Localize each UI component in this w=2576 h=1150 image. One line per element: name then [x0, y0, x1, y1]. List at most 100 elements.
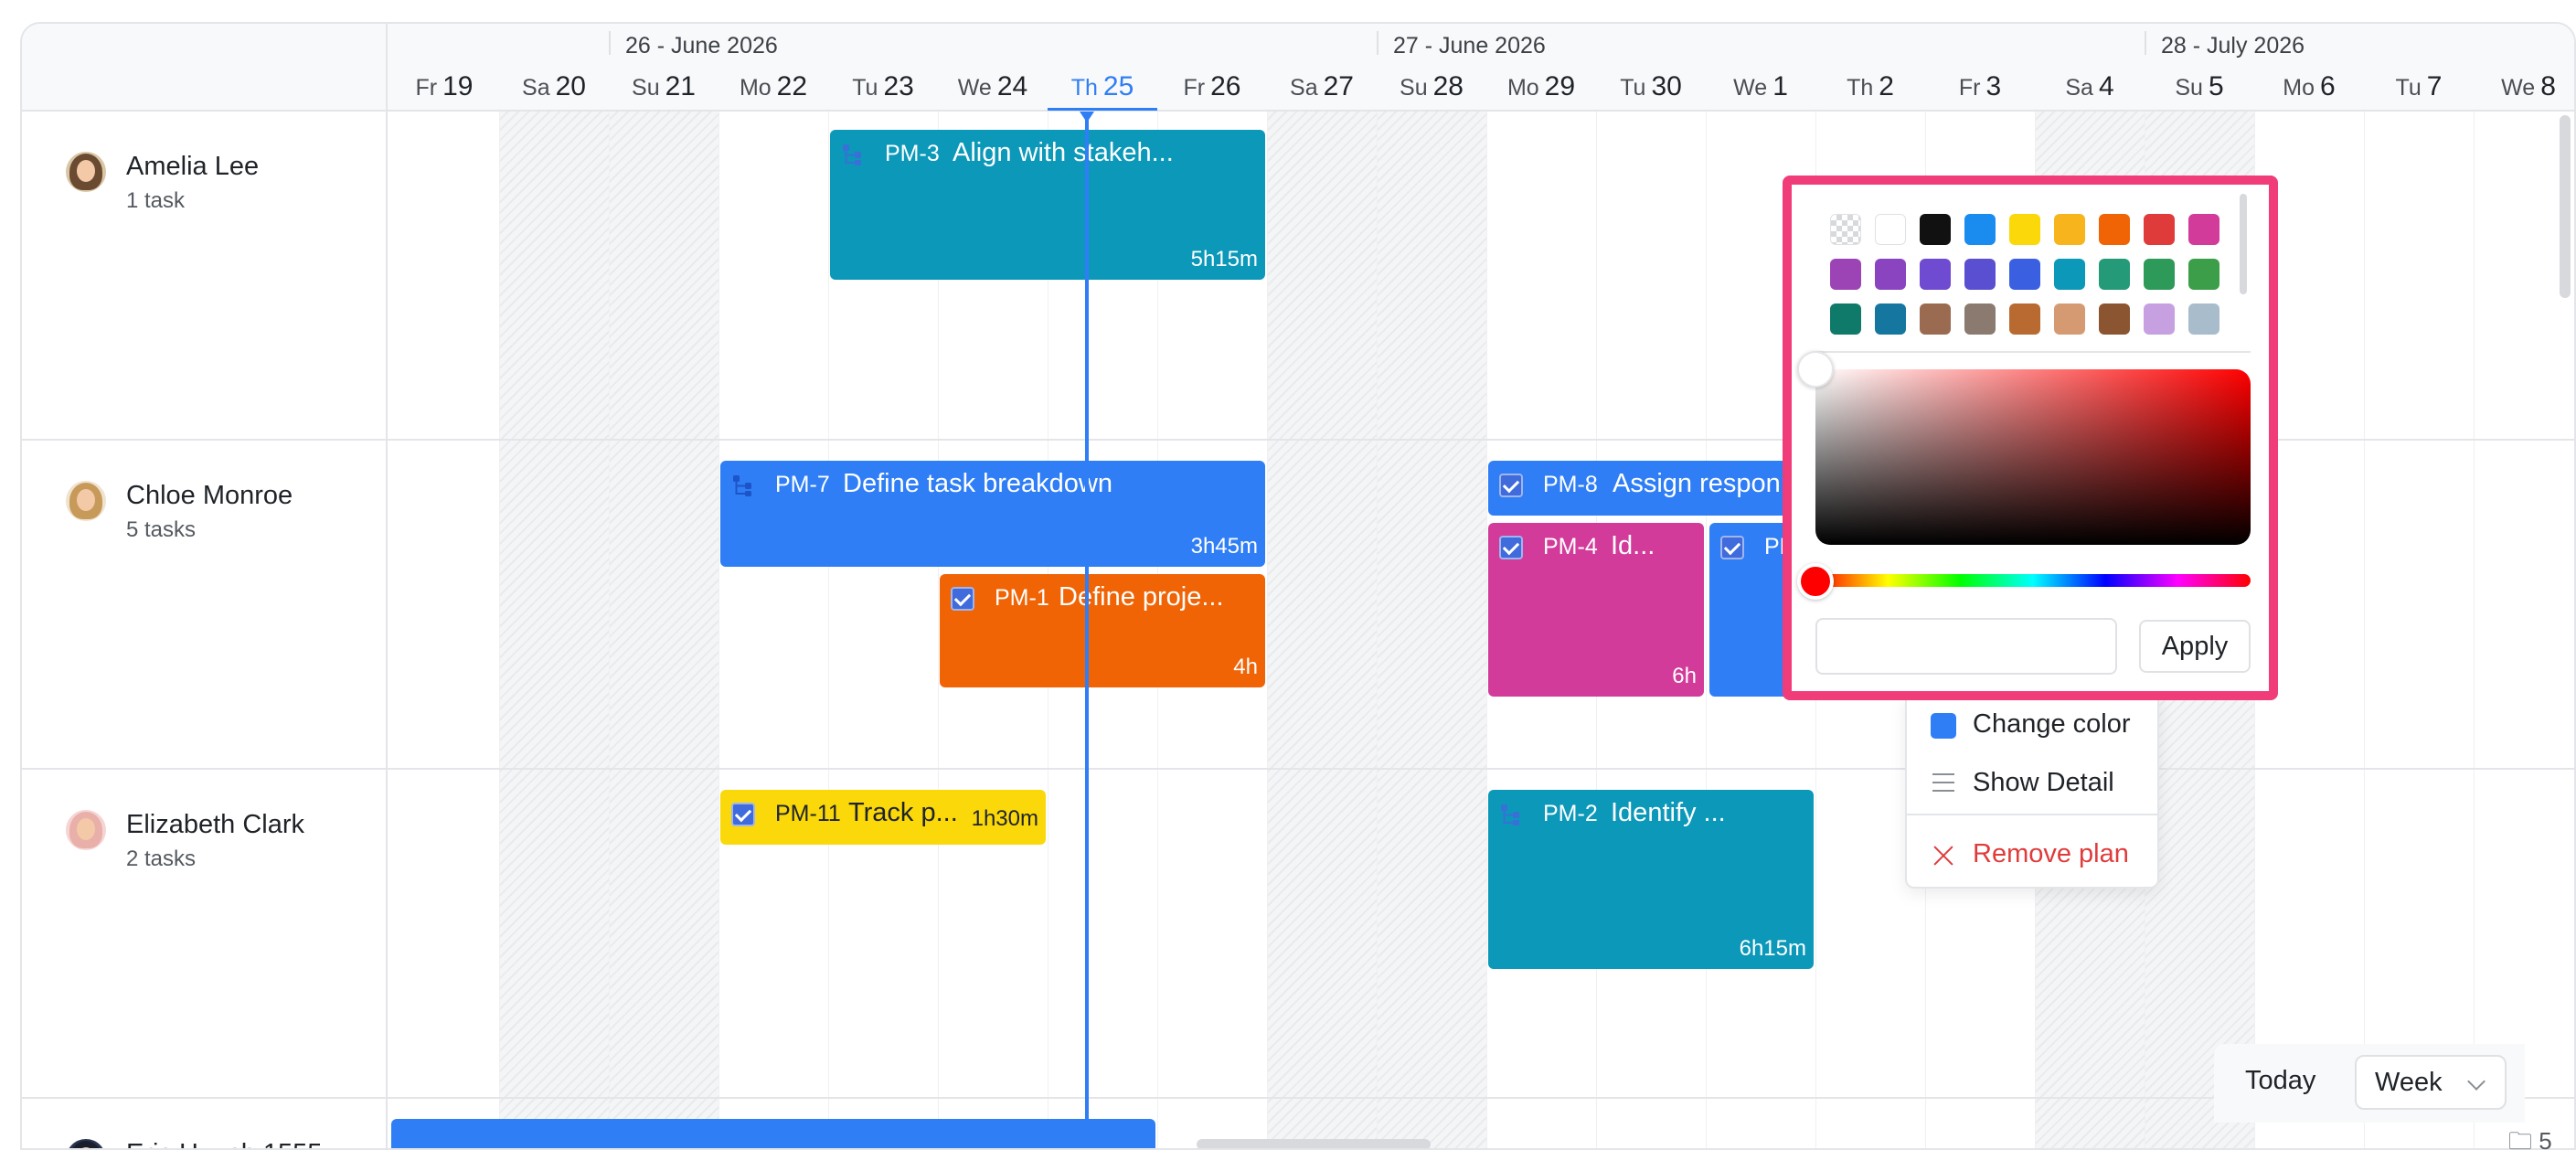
corner-badge: 🗀 5 [2508, 1124, 2552, 1150]
day-header[interactable]: We 1 [1706, 71, 1815, 102]
task-checkbox-icon[interactable] [731, 803, 755, 826]
color-swatch[interactable] [1964, 303, 1996, 335]
day-header[interactable]: Sa 4 [2035, 71, 2145, 102]
color-swatch[interactable] [2009, 303, 2040, 335]
task-bar[interactable]: PM-3 Align with stakeh... 5h15m [830, 130, 1265, 280]
day-header[interactable]: Sa 20 [499, 71, 609, 102]
color-swatch[interactable] [2054, 259, 2085, 290]
task-bar[interactable]: PM-2 Identify ... 6h15m [1488, 790, 1814, 969]
view-mode-select[interactable]: Week [2355, 1055, 2507, 1110]
task-id: PM-7 [775, 472, 830, 497]
task-bar[interactable]: PM-8 Assign respon [1488, 461, 1817, 516]
color-swatch[interactable] [2099, 259, 2130, 290]
day-header[interactable]: Tu 30 [1596, 71, 1706, 102]
task-bar[interactable]: PM-1 Define proje... 4h [940, 574, 1265, 687]
person-task-count: 1 task [126, 188, 186, 213]
color-swatch[interactable] [2009, 259, 2040, 290]
day-header[interactable]: Fr 3 [1925, 71, 2035, 102]
color-swatch[interactable] [2188, 303, 2219, 335]
menu-item-change-color[interactable]: Change color [1907, 698, 2157, 750]
header-corner [22, 24, 388, 112]
color-swatch[interactable] [2054, 214, 2085, 245]
hex-color-input[interactable] [1815, 618, 2117, 675]
day-header[interactable]: Tu 7 [2364, 71, 2474, 102]
weekend-shade [609, 112, 719, 1148]
day-header[interactable]: Mo 6 [2254, 71, 2364, 102]
task-bar[interactable]: PM-4 Id... 6h [1488, 523, 1704, 697]
day-header[interactable]: Fr 19 [389, 71, 499, 102]
day-header[interactable]: Su 21 [609, 71, 719, 102]
color-swatch[interactable] [1964, 259, 1996, 290]
color-swatch-icon [1931, 713, 1956, 739]
day-header[interactable]: Mo 22 [719, 71, 828, 102]
color-picker-scrollbar[interactable] [2240, 194, 2247, 294]
people-column [22, 112, 388, 1148]
menu-item-show-detail[interactable]: Show Detail [1907, 757, 2157, 808]
today-line [1085, 112, 1089, 1135]
task-title: Align with stakeh... [953, 138, 1174, 167]
task-id: PM-2 [1543, 801, 1598, 826]
color-swatch[interactable] [1830, 303, 1861, 335]
color-swatch[interactable] [1920, 259, 1951, 290]
color-swatch[interactable] [1830, 259, 1861, 290]
view-mode-value: Week [2375, 1068, 2443, 1097]
day-header-today[interactable]: Th 25 [1048, 71, 1157, 102]
hue-slider-thumb[interactable] [1797, 563, 1834, 600]
color-picker-divider [1814, 351, 2251, 353]
color-swatch[interactable] [2144, 214, 2175, 245]
color-swatch[interactable] [1875, 303, 1906, 335]
color-swatch[interactable] [2188, 214, 2219, 245]
vertical-scrollbar[interactable] [2560, 115, 2571, 298]
person-name: Elizabeth Clark [126, 810, 305, 839]
person-name: Chloe Monroe [126, 481, 293, 510]
color-swatch[interactable] [2054, 303, 2085, 335]
task-checkbox-icon[interactable] [1720, 536, 1744, 559]
color-swatch[interactable] [2099, 303, 2130, 335]
day-header[interactable]: Fr 26 [1157, 71, 1267, 102]
task-checkbox-icon[interactable] [951, 587, 974, 611]
color-swatch[interactable] [1920, 303, 1951, 335]
today-underline [1048, 108, 1157, 111]
week-separator [609, 31, 611, 55]
task-context-menu: Change color Show Detail Remove plan [1905, 693, 2159, 889]
task-id: PM-1 [995, 585, 1049, 611]
person-task-count: 2 tasks [126, 847, 197, 871]
task-bar[interactable] [391, 1119, 1155, 1148]
saturation-value-area[interactable] [1815, 369, 2251, 545]
apply-button[interactable]: Apply [2139, 620, 2251, 673]
day-header[interactable]: Su 28 [1377, 71, 1486, 102]
task-bar[interactable]: PM-7 Define task breakdown 3h45m [720, 461, 1265, 567]
task-checkbox-icon[interactable] [1499, 474, 1523, 497]
saturation-value-thumb[interactable] [1797, 351, 1834, 388]
color-swatch[interactable] [1920, 214, 1951, 245]
color-swatch[interactable] [2144, 259, 2175, 290]
task-id: PM-11 [775, 801, 841, 826]
day-header[interactable]: Tu 23 [828, 71, 938, 102]
color-swatch[interactable] [2188, 259, 2219, 290]
day-header[interactable]: Sa 27 [1267, 71, 1377, 102]
hue-slider[interactable] [1815, 574, 2251, 587]
task-title: Track p... [848, 798, 958, 827]
task-duration: 6h15m [1739, 936, 1806, 961]
day-header[interactable]: Th 2 [1815, 71, 1925, 102]
task-bar[interactable]: PM-11 Track p... 1h30m [720, 790, 1046, 845]
day-header[interactable]: We 24 [938, 71, 1048, 102]
color-swatch[interactable] [1875, 214, 1906, 245]
task-id: PM-3 [885, 141, 940, 166]
color-swatch[interactable] [2099, 214, 2130, 245]
day-header[interactable]: Mo 29 [1486, 71, 1596, 102]
folder-icon: 🗀 [2508, 1127, 2533, 1150]
task-checkbox-icon[interactable] [1499, 536, 1523, 559]
day-header[interactable]: Su 5 [2145, 71, 2254, 102]
today-button[interactable]: Today [2245, 1066, 2315, 1096]
menu-item-label: Change color [1973, 709, 2131, 739]
color-swatch[interactable] [1875, 259, 1906, 290]
day-header[interactable]: We 8 [2474, 71, 2574, 102]
color-swatch[interactable] [2144, 303, 2175, 335]
weekend-shade [1267, 112, 1377, 1148]
color-swatch[interactable] [1830, 214, 1861, 245]
color-swatch[interactable] [2009, 214, 2040, 245]
color-swatch[interactable] [1964, 214, 1996, 245]
horizontal-scrollbar[interactable] [1197, 1139, 1431, 1148]
menu-item-remove-plan[interactable]: Remove plan [1907, 828, 2157, 879]
